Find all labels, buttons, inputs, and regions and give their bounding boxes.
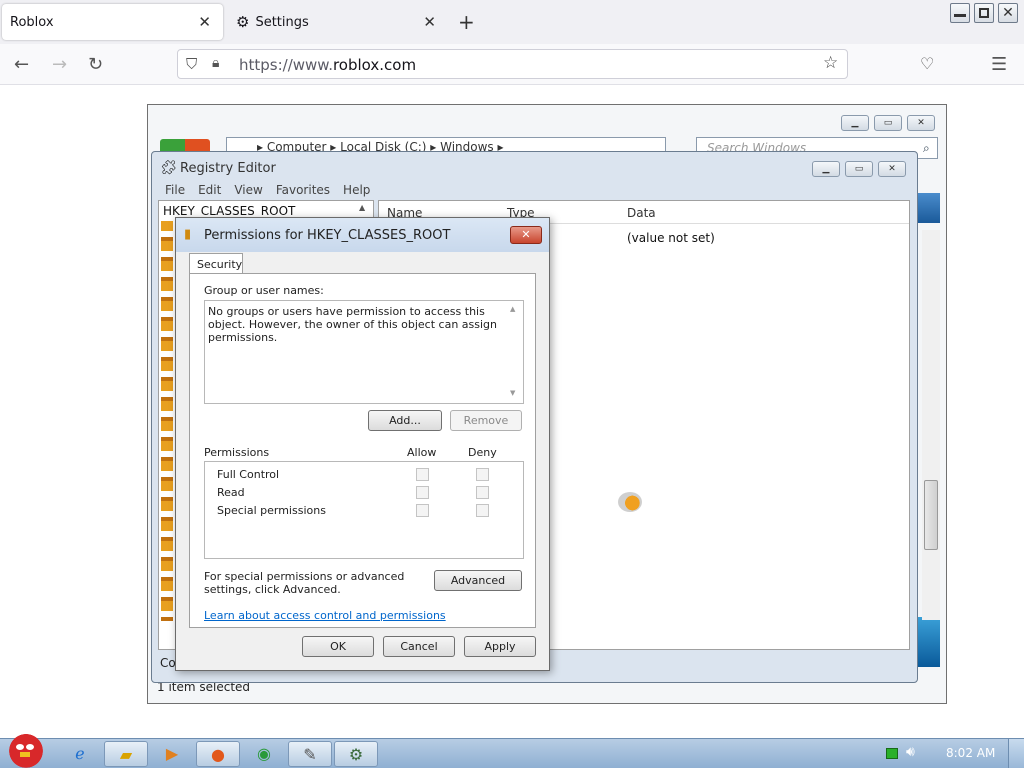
tab-security[interactable]: Security bbox=[189, 253, 243, 274]
regedit-icon: 🧩︎ bbox=[160, 160, 178, 176]
browser-tab-bar: Roblox ✕ ⚙ Settings ✕ + ✕ bbox=[0, 0, 1024, 44]
lock-icon[interactable]: 🔒︎ bbox=[212, 55, 219, 71]
close-window-button[interactable]: ✕ bbox=[998, 3, 1018, 23]
tree-root[interactable]: HKEY_CLASSES_ROOT bbox=[163, 204, 295, 218]
volume-icon[interactable]: 🔊︎ bbox=[906, 744, 915, 760]
show-desktop-button[interactable] bbox=[1008, 739, 1024, 768]
maximize-button[interactable]: ▭ bbox=[874, 115, 902, 131]
dialog-title: Permissions for HKEY_CLASSES_ROOT bbox=[204, 228, 451, 243]
forward-icon[interactable]: → bbox=[52, 54, 67, 75]
bookmark-star-icon[interactable]: ☆ bbox=[823, 53, 838, 73]
group-list[interactable]: No groups or users have permission to ac… bbox=[204, 300, 524, 404]
menu-view[interactable]: View bbox=[234, 183, 262, 197]
advanced-button[interactable]: Advanced bbox=[434, 570, 522, 591]
menu-favorites[interactable]: Favorites bbox=[276, 183, 330, 197]
apply-button[interactable]: Apply bbox=[464, 636, 536, 657]
deny-label: Deny bbox=[468, 446, 497, 459]
security-panel: Group or user names: No groups or users … bbox=[189, 273, 536, 628]
preview-strip bbox=[918, 617, 940, 667]
advanced-text: For special permissions or advanced sett… bbox=[204, 570, 405, 596]
media-player-icon[interactable]: ▶ bbox=[150, 741, 194, 767]
minimize-button[interactable]: ▁ bbox=[841, 115, 869, 131]
minimize-button[interactable] bbox=[950, 3, 970, 23]
folder-icons-column bbox=[161, 221, 173, 621]
menu-help[interactable]: Help bbox=[343, 183, 370, 197]
network-icon[interactable] bbox=[886, 748, 898, 759]
learn-link[interactable]: Learn about access control and permissio… bbox=[204, 609, 446, 622]
allow-label: Allow bbox=[407, 446, 437, 459]
menu-file[interactable]: File bbox=[165, 183, 185, 197]
column-data[interactable]: Data bbox=[627, 206, 656, 220]
clock[interactable]: 8:02 AM bbox=[946, 746, 995, 760]
cancel-button[interactable]: Cancel bbox=[383, 636, 455, 657]
back-icon[interactable]: ← bbox=[14, 54, 29, 75]
permissions-dialog: ▮ Permissions for HKEY_CLASSES_ROOT ✕ Se… bbox=[175, 217, 550, 671]
folder-icon: ▮ bbox=[184, 227, 192, 242]
ok-button[interactable]: OK bbox=[302, 636, 374, 657]
close-button[interactable]: ✕ bbox=[878, 161, 906, 177]
tab-label: Roblox bbox=[10, 14, 54, 30]
status-bar: Co bbox=[160, 656, 176, 670]
scroll-up-icon[interactable]: ▲ bbox=[510, 305, 515, 313]
url-bar[interactable]: ⛉ 🔒︎ https://www.roblox.com ☆ bbox=[177, 49, 848, 79]
value-data[interactable]: (value not set) bbox=[627, 231, 715, 245]
perm-special: Special permissions bbox=[217, 504, 326, 517]
preview-strip bbox=[918, 193, 940, 223]
menu-edit[interactable]: Edit bbox=[198, 183, 221, 197]
group-message: No groups or users have permission to ac… bbox=[208, 305, 498, 344]
restore-button[interactable] bbox=[974, 3, 994, 23]
shield-icon[interactable]: ⛉ bbox=[186, 55, 197, 73]
scroll-up-icon[interactable]: ▲ bbox=[359, 203, 365, 212]
deny-read-checkbox[interactable] bbox=[476, 486, 489, 499]
close-icon[interactable]: ✕ bbox=[198, 13, 211, 31]
allow-special-checkbox[interactable] bbox=[416, 504, 429, 517]
cursor-icon bbox=[618, 492, 642, 512]
reload-icon[interactable]: ↻ bbox=[88, 54, 103, 75]
menu-icon[interactable]: ☰ bbox=[991, 54, 1007, 75]
scrollbar[interactable] bbox=[922, 230, 940, 620]
ie-icon[interactable]: ℯ bbox=[58, 741, 102, 767]
permissions-list: Full Control Read Special permissions bbox=[204, 461, 524, 559]
taskbar: ℯ ▰ ▶ ● ◉ ✎ ⚙ 🔊︎ 8:02 AM bbox=[0, 738, 1024, 768]
chrome-icon[interactable]: ◉ bbox=[242, 741, 286, 767]
maximize-button[interactable]: ▭ bbox=[845, 161, 873, 177]
add-button[interactable]: Add... bbox=[368, 410, 442, 431]
start-button[interactable] bbox=[4, 730, 48, 768]
gear-icon: ⚙ bbox=[236, 13, 250, 31]
tab-label: Settings bbox=[255, 14, 309, 30]
remove-button[interactable]: Remove bbox=[450, 410, 522, 431]
pocket-icon[interactable]: ♡ bbox=[920, 54, 934, 73]
tool-icon[interactable]: ✎ bbox=[288, 741, 332, 767]
regedit-taskbar-icon[interactable]: ⚙ bbox=[334, 741, 378, 767]
firefox-icon[interactable]: ● bbox=[196, 741, 240, 767]
new-tab-button[interactable]: + bbox=[458, 10, 475, 34]
explorer-taskbar-icon[interactable]: ▰ bbox=[104, 741, 148, 767]
allow-full-control-checkbox[interactable] bbox=[416, 468, 429, 481]
group-label: Group or user names: bbox=[204, 284, 324, 297]
tab-settings[interactable]: ⚙ Settings ✕ bbox=[226, 4, 448, 40]
minimize-button[interactable]: ▁ bbox=[812, 161, 840, 177]
menu-bar: File Edit View Favorites Help bbox=[165, 183, 370, 197]
close-button[interactable]: ✕ bbox=[907, 115, 935, 131]
scroll-down-icon[interactable]: ▼ bbox=[510, 389, 515, 397]
deny-special-checkbox[interactable] bbox=[476, 504, 489, 517]
close-icon[interactable]: ✕ bbox=[423, 13, 436, 31]
tab-roblox[interactable]: Roblox ✕ bbox=[2, 4, 223, 40]
permissions-label: Permissions bbox=[204, 446, 270, 459]
window-title: Registry Editor bbox=[180, 161, 276, 176]
allow-read-checkbox[interactable] bbox=[416, 486, 429, 499]
scroll-thumb[interactable] bbox=[924, 480, 938, 550]
deny-full-control-checkbox[interactable] bbox=[476, 468, 489, 481]
perm-full-control: Full Control bbox=[217, 468, 280, 481]
url-text: https://www.roblox.com bbox=[239, 56, 417, 74]
close-button[interactable]: ✕ bbox=[510, 226, 542, 244]
perm-read: Read bbox=[217, 486, 245, 499]
search-icon[interactable]: ⌕ bbox=[923, 141, 930, 156]
